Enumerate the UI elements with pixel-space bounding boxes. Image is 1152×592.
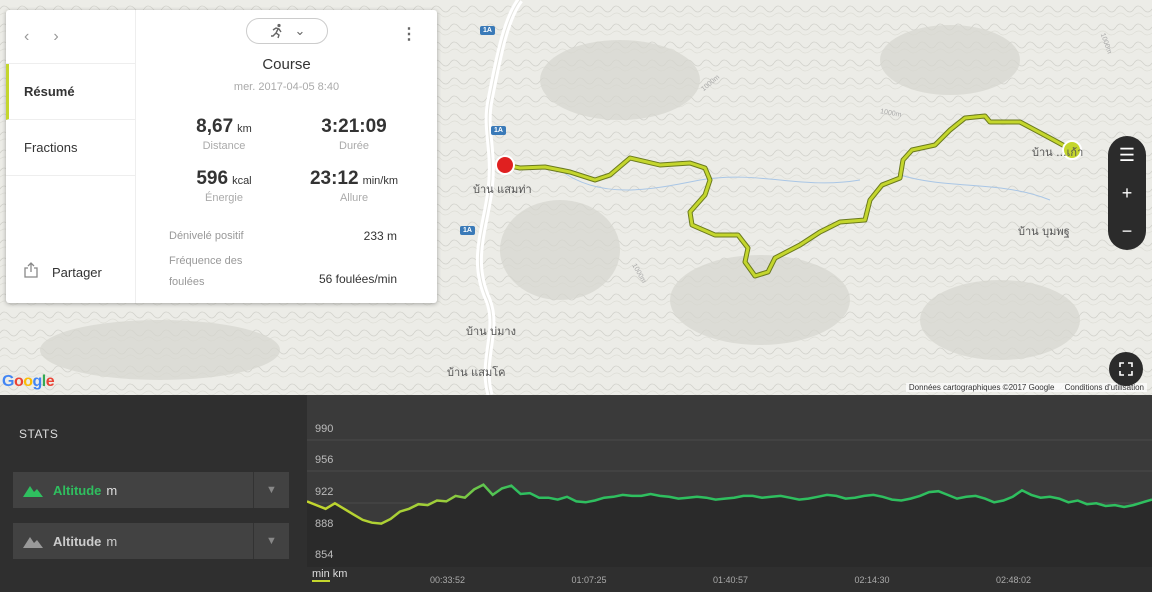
road-badge: 1A [480, 26, 495, 35]
tab-fractions[interactable]: Fractions [6, 120, 135, 176]
nav-arrows: ‹ › [6, 10, 135, 64]
y-tick-label: 854 [315, 549, 334, 561]
x-unit-km[interactable]: km [333, 568, 348, 580]
stat-energy: 596 kcal Énergie [154, 168, 294, 204]
metric-name: Altitude [53, 482, 102, 498]
cadence-value: 56 foulées/min [318, 272, 397, 286]
metric-unit: m [106, 533, 118, 549]
road-badge: 1A [460, 226, 475, 235]
stat-label: Durée [339, 140, 369, 152]
stat-unit: kcal [232, 175, 252, 187]
fullscreen-button[interactable] [1109, 352, 1143, 386]
metric-selector-primary[interactable]: Altitude m ▼ [13, 472, 289, 508]
mountain-icon [23, 486, 43, 497]
stat-label: Énergie [205, 192, 243, 204]
next-icon[interactable]: › [53, 28, 58, 46]
chevron-down-icon[interactable]: ▼ [253, 523, 289, 559]
y-tick-label: 990 [315, 423, 334, 435]
x-tick-label: 02:48:02 [996, 575, 1032, 585]
ascent-label: Dénivelé positif [169, 230, 244, 242]
road-badge: 1A [491, 126, 506, 135]
map-controls: ☰ + − [1108, 136, 1146, 250]
y-tick-label: 888 [315, 518, 334, 530]
x-tick-label: 01:07:25 [571, 575, 607, 585]
y-tick-label: 922 [315, 486, 334, 498]
running-icon [270, 23, 282, 39]
x-tick-label: 02:14:30 [854, 575, 890, 585]
share-icon [24, 262, 38, 282]
stat-pace: 23:12 min/km Allure [284, 168, 424, 204]
stat-value: 596 [196, 168, 229, 189]
stat-value: 23:12 [309, 168, 359, 189]
stat-value: 3:21:09 [321, 116, 387, 137]
more-options-icon[interactable]: ⋮ [401, 24, 417, 44]
card-main: ⌄ ⋮ Course mer. 2017-04-05 8:40 8,67 km D… [136, 10, 437, 303]
cadence-label: Fréquence des foulées [169, 255, 243, 288]
metric-selector-secondary[interactable]: Altitude m ▼ [13, 523, 289, 559]
stats-title: STATS [19, 427, 59, 441]
zoom-in-button[interactable]: + [1108, 175, 1146, 211]
stat-distance: 8,67 km Distance [154, 116, 294, 152]
place-label: บ้าน ...เก้า [1032, 146, 1084, 159]
mountain-icon [23, 537, 43, 548]
google-logo: Google [2, 373, 55, 390]
chevron-down-icon: ⌄ [294, 23, 306, 38]
activity-card: ‹ › Résumé Fractions Partager ⌄ ⋮ Course… [6, 10, 437, 303]
place-label: บ้าน บ่มาง [466, 325, 516, 338]
stat-value: 8,67 [196, 116, 234, 137]
metric-name: Altitude [53, 533, 102, 549]
place-label: บ้าน แสมโค [447, 366, 506, 379]
start-marker[interactable] [495, 155, 515, 175]
map-attribution: Données cartographiques ©2017 Google Con… [905, 383, 1147, 392]
stat-unit: min/km [362, 175, 399, 187]
altitude-chart[interactable]: 990 956 922 888 854 00:33:52 01:07:25 01:40:57… [307, 395, 1152, 592]
sport-selector[interactable]: ⌄ [246, 18, 328, 44]
chevron-down-icon[interactable]: ▼ [253, 472, 289, 508]
x-unit-min[interactable]: min [312, 568, 330, 582]
share-label: Partager [52, 264, 102, 280]
prev-icon[interactable]: ‹ [24, 28, 29, 46]
metric-unit: m [106, 482, 118, 498]
share-button[interactable]: Partager [24, 262, 102, 282]
stat-unit: km [237, 123, 252, 135]
place-label: บ้าน บุมพฐ [1018, 225, 1070, 238]
card-sidebar: ‹ › Résumé Fractions Partager [6, 10, 136, 303]
stat-label: Distance [202, 140, 246, 152]
x-unit-toggle[interactable]: min km [312, 568, 348, 582]
activity-date: mer. 2017-04-05 8:40 [233, 81, 340, 93]
attribution-text: Données cartographiques ©2017 Google [908, 383, 1055, 392]
layers-icon[interactable]: ☰ [1108, 137, 1146, 173]
chart-svg [307, 439, 1152, 567]
stat-duration: 3:21:09 Durée [284, 116, 424, 152]
x-tick-label: 01:40:57 [713, 575, 749, 585]
stats-panel: STATS Altitude m ▼ Altitude m ▼ 990 956 92… [0, 395, 1152, 592]
ascent-value: 233 m [363, 229, 397, 243]
tab-resume[interactable]: Résumé [6, 64, 135, 120]
y-tick-label: 956 [315, 454, 334, 466]
zoom-out-button[interactable]: − [1108, 213, 1146, 249]
x-tick-label: 00:33:52 [430, 575, 466, 585]
stat-label: Allure [339, 192, 369, 204]
activity-title: Course [262, 56, 311, 73]
place-label: บ้าน แสมท่า [473, 183, 532, 196]
fullscreen-icon [1119, 362, 1133, 376]
